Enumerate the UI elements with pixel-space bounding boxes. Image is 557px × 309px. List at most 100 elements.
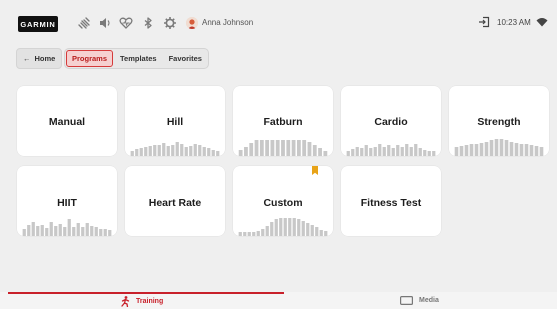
program-card-custom[interactable]: Custom bbox=[233, 166, 333, 236]
profile-bar bbox=[281, 140, 285, 156]
program-card-hill[interactable]: Hill bbox=[125, 86, 225, 156]
profile-bar bbox=[432, 151, 436, 156]
back-arrow-icon: ← bbox=[23, 54, 31, 63]
profile-bar bbox=[261, 229, 265, 236]
profile-bar bbox=[301, 221, 305, 236]
tab-favorites[interactable]: Favorites bbox=[164, 50, 207, 67]
intensity-profile-chart bbox=[238, 140, 328, 156]
profile-bar bbox=[378, 144, 382, 156]
program-title: Hill bbox=[166, 116, 184, 128]
profile-bar bbox=[474, 144, 479, 156]
program-card-manual[interactable]: Manual bbox=[17, 86, 117, 156]
active-tab-indicator bbox=[8, 292, 284, 294]
program-card-hiit[interactable]: HIIT bbox=[17, 166, 117, 236]
dumbbell-icon[interactable] bbox=[77, 16, 91, 30]
intensity-profile-chart bbox=[346, 144, 436, 156]
bottom-nav-bar bbox=[0, 292, 557, 309]
program-title: Fatburn bbox=[263, 116, 303, 128]
program-card-strength[interactable]: Strength bbox=[449, 86, 549, 156]
program-card-fitness-test[interactable]: Fitness Test bbox=[341, 166, 441, 236]
profile-bar bbox=[459, 146, 464, 156]
tab-templates[interactable]: Templates bbox=[115, 50, 162, 67]
media-screen-icon bbox=[400, 296, 413, 305]
profile-bar bbox=[153, 145, 157, 156]
profile-bar bbox=[238, 150, 243, 156]
profile-bar bbox=[166, 146, 170, 156]
bottom-tab-training[interactable]: Training bbox=[121, 296, 163, 307]
profile-bar bbox=[288, 218, 292, 236]
profile-bar bbox=[509, 142, 514, 156]
profile-bar bbox=[265, 140, 270, 156]
program-title: Cardio bbox=[374, 116, 408, 128]
program-card-cardio[interactable]: Cardio bbox=[341, 86, 441, 156]
profile-bar bbox=[40, 225, 44, 236]
profile-bar bbox=[31, 222, 35, 236]
logout-icon[interactable] bbox=[478, 16, 490, 28]
profile-bar bbox=[310, 225, 314, 236]
profile-bar bbox=[67, 219, 71, 236]
profile-bar bbox=[99, 229, 103, 236]
program-title: Heart Rate bbox=[148, 197, 202, 209]
wifi-icon bbox=[536, 17, 548, 27]
profile-bar bbox=[319, 230, 323, 236]
user-avatar[interactable] bbox=[186, 17, 198, 29]
profile-bar bbox=[302, 140, 307, 156]
bluetooth-icon[interactable] bbox=[141, 16, 155, 30]
profile-bar bbox=[405, 144, 409, 156]
profile-bar bbox=[414, 144, 418, 156]
profile-bar bbox=[499, 139, 504, 156]
heart-rate-icon[interactable] bbox=[119, 16, 133, 30]
profile-bar bbox=[297, 219, 301, 236]
profile-bar bbox=[382, 147, 386, 156]
profile-bar bbox=[346, 151, 350, 156]
profile-bar bbox=[318, 148, 322, 156]
profile-bar bbox=[274, 219, 278, 236]
profile-bar bbox=[252, 232, 256, 236]
profile-bar bbox=[22, 229, 26, 236]
program-card-fatburn[interactable]: Fatburn bbox=[233, 86, 333, 156]
profile-bar bbox=[387, 145, 391, 156]
garmin-logo: GARMIN bbox=[18, 16, 58, 32]
profile-bar bbox=[76, 223, 80, 236]
profile-bar bbox=[244, 147, 248, 156]
profile-bar bbox=[323, 151, 328, 156]
profile-bar bbox=[324, 231, 328, 236]
profile-bar bbox=[63, 227, 67, 236]
home-button[interactable]: ← Home bbox=[16, 48, 63, 69]
profile-bar bbox=[198, 145, 202, 156]
profile-bar bbox=[238, 232, 242, 236]
profile-bar bbox=[396, 145, 400, 156]
volume-icon[interactable] bbox=[98, 16, 112, 30]
profile-bar bbox=[259, 140, 264, 156]
bottom-tab-media[interactable]: Media bbox=[400, 296, 439, 305]
profile-bar bbox=[360, 148, 364, 156]
profile-bar bbox=[27, 225, 31, 236]
profile-bar bbox=[216, 151, 220, 156]
profile-bar bbox=[247, 232, 251, 236]
profile-bar bbox=[479, 143, 484, 156]
profile-bar bbox=[469, 144, 474, 156]
profile-bar bbox=[139, 148, 143, 156]
profile-bar bbox=[81, 227, 85, 236]
settings-gear-icon[interactable] bbox=[163, 16, 177, 30]
profile-bar bbox=[90, 226, 94, 236]
profile-bar bbox=[94, 227, 98, 236]
profile-bar bbox=[72, 227, 76, 236]
profile-bar bbox=[351, 149, 355, 156]
profile-bar bbox=[193, 144, 197, 156]
profile-bar bbox=[489, 140, 494, 156]
profile-bar bbox=[202, 147, 206, 156]
profile-bar bbox=[484, 142, 489, 156]
clock-time: 10:23 AM bbox=[497, 18, 531, 27]
profile-bar bbox=[539, 147, 544, 156]
profile-bar bbox=[524, 144, 529, 156]
profile-bar bbox=[306, 223, 310, 236]
profile-bar bbox=[364, 145, 368, 156]
program-card-heart-rate[interactable]: Heart Rate bbox=[125, 166, 225, 236]
intensity-profile-chart bbox=[454, 139, 544, 156]
running-person-icon bbox=[121, 296, 130, 307]
profile-bar bbox=[270, 140, 275, 156]
tab-programs[interactable]: Programs bbox=[66, 50, 114, 67]
profile-bar bbox=[427, 151, 431, 156]
profile-bar bbox=[162, 143, 166, 156]
